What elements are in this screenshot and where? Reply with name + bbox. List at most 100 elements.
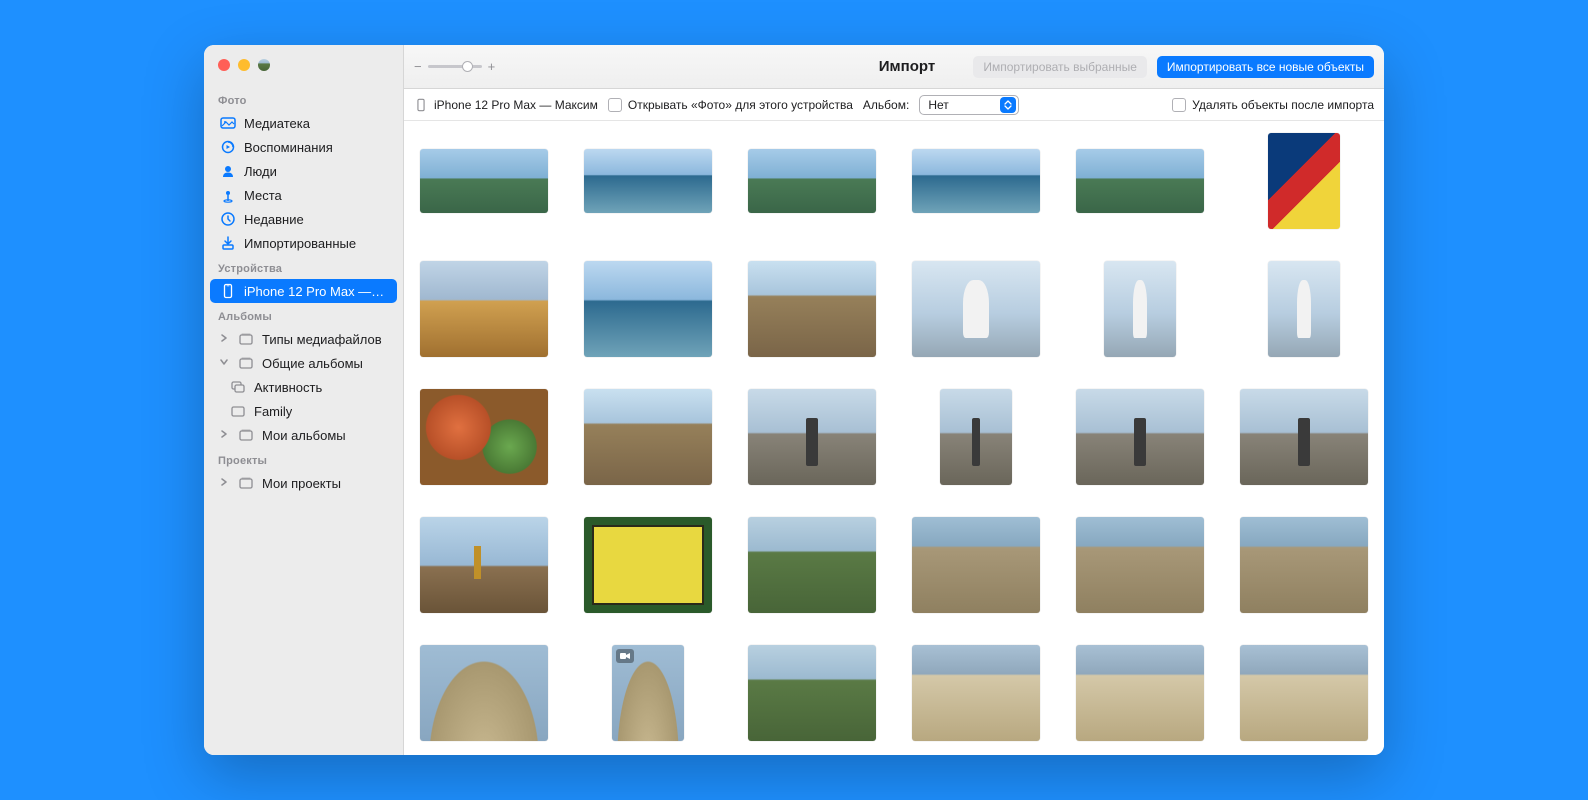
open-photos-checkbox[interactable] [608, 98, 622, 112]
photo-thumbnail[interactable] [580, 387, 716, 487]
sidebar-item-label: Воспоминания [244, 140, 333, 155]
photo-thumbnail[interactable] [416, 643, 552, 743]
photo-thumbnail[interactable] [1072, 387, 1208, 487]
album-icon [238, 355, 254, 371]
minimize-window-button[interactable] [238, 59, 250, 71]
chevron-down-icon[interactable] [220, 358, 232, 369]
sidebar-item-shared-albums[interactable]: Общие альбомы [210, 351, 397, 375]
zoom-slider[interactable]: − + [414, 59, 495, 74]
zoom-thumb[interactable] [462, 61, 473, 72]
device-name: iPhone 12 Pro Max — Максим [434, 98, 598, 112]
chevron-right-icon[interactable] [220, 334, 232, 345]
photo-thumbnail[interactable] [744, 387, 880, 487]
select-updown-icon [1000, 97, 1016, 113]
sidebar-item-memories[interactable]: Воспоминания [210, 135, 397, 159]
photo-thumbnail[interactable] [744, 131, 880, 231]
sidebar-item-device[interactable]: iPhone 12 Pro Max —… [210, 279, 397, 303]
fullscreen-window-button[interactable] [258, 59, 270, 71]
delete-after-checkbox[interactable] [1172, 98, 1186, 112]
clock-icon [220, 211, 236, 227]
sidebar: Фото Медиатека Воспоминания Люди Места [204, 45, 404, 755]
sidebar-item-label: Общие альбомы [262, 356, 363, 371]
photo-thumbnail[interactable] [744, 515, 880, 615]
album-icon [238, 331, 254, 347]
photo-thumbnail[interactable] [1072, 643, 1208, 743]
zoom-in-icon: + [488, 59, 496, 74]
delete-after-checkbox-row[interactable]: Удалять объекты после импорта [1172, 98, 1374, 112]
places-icon [220, 187, 236, 203]
app-window: Фото Медиатека Воспоминания Люди Места [204, 45, 1384, 755]
photo-thumbnail[interactable] [1072, 515, 1208, 615]
sidebar-item-my-projects[interactable]: Мои проекты [210, 471, 397, 495]
zoom-track[interactable] [428, 65, 482, 68]
phone-icon [220, 283, 236, 299]
library-icon [220, 115, 236, 131]
people-icon [220, 163, 236, 179]
section-photo: Фото [204, 87, 403, 111]
sidebar-item-family[interactable]: Family [210, 399, 397, 423]
delete-after-label: Удалять объекты после импорта [1192, 98, 1374, 112]
zoom-out-icon: − [414, 59, 422, 74]
page-title: Импорт [879, 58, 935, 75]
section-albums: Альбомы [204, 303, 403, 327]
sidebar-item-label: Типы медиафайлов [262, 332, 382, 347]
sidebar-item-label: Активность [254, 380, 322, 395]
photo-thumbnail[interactable] [908, 643, 1044, 743]
album-select-value: Нет [928, 98, 948, 112]
sidebar-item-places[interactable]: Места [210, 183, 397, 207]
photo-thumbnail[interactable] [744, 643, 880, 743]
memories-icon [220, 139, 236, 155]
photo-thumbnail[interactable] [1236, 515, 1372, 615]
photo-grid [404, 121, 1384, 753]
sidebar-item-label: Медиатека [244, 116, 310, 131]
photo-thumbnail[interactable] [744, 259, 880, 359]
photo-thumbnail[interactable] [580, 259, 716, 359]
photo-thumbnail[interactable] [416, 515, 552, 615]
photo-thumbnail[interactable] [580, 643, 716, 743]
sidebar-item-recent[interactable]: Недавние [210, 207, 397, 231]
photo-thumbnail[interactable] [908, 131, 1044, 231]
sidebar-item-library[interactable]: Медиатека [210, 111, 397, 135]
close-window-button[interactable] [218, 59, 230, 71]
album-select[interactable]: Нет [919, 95, 1019, 115]
chevron-right-icon[interactable] [220, 478, 232, 489]
activity-icon [230, 379, 246, 395]
sidebar-item-people[interactable]: Люди [210, 159, 397, 183]
photo-thumbnail[interactable] [416, 131, 552, 231]
subtoolbar: iPhone 12 Pro Max — Максим Открывать «Фо… [404, 89, 1384, 121]
photo-thumbnail[interactable] [580, 131, 716, 231]
import-selected-button: Импортировать выбранные [973, 56, 1147, 78]
photo-thumbnail[interactable] [1072, 259, 1208, 359]
toolbar: − + Импорт Импортировать выбранные Импор… [404, 45, 1384, 89]
album-icon [238, 427, 254, 443]
sidebar-item-media-types[interactable]: Типы медиафайлов [210, 327, 397, 351]
sidebar-item-label: Люди [244, 164, 277, 179]
photo-thumbnail[interactable] [908, 259, 1044, 359]
import-icon [220, 235, 236, 251]
import-all-button[interactable]: Импортировать все новые объекты [1157, 56, 1374, 78]
photo-thumbnail[interactable] [1072, 131, 1208, 231]
open-photos-checkbox-row[interactable]: Открывать «Фото» для этого устройства [608, 98, 853, 112]
sidebar-item-label: Мои альбомы [262, 428, 346, 443]
album-icon [238, 475, 254, 491]
sidebar-item-activity[interactable]: Активность [210, 375, 397, 399]
sidebar-item-my-albums[interactable]: Мои альбомы [210, 423, 397, 447]
album-label: Альбом: [863, 98, 909, 112]
sidebar-item-imported[interactable]: Импортированные [210, 231, 397, 255]
photo-thumbnail[interactable] [908, 515, 1044, 615]
window-controls [204, 55, 403, 87]
photo-thumbnail[interactable] [416, 387, 552, 487]
photo-thumbnail[interactable] [1236, 387, 1372, 487]
photo-grid-wrap[interactable] [404, 121, 1384, 755]
sidebar-item-label: iPhone 12 Pro Max —… [244, 284, 384, 299]
photo-thumbnail[interactable] [1236, 259, 1372, 359]
chevron-right-icon[interactable] [220, 430, 232, 441]
sidebar-item-label: Недавние [244, 212, 304, 227]
section-devices: Устройства [204, 255, 403, 279]
sidebar-item-label: Мои проекты [262, 476, 341, 491]
photo-thumbnail[interactable] [580, 515, 716, 615]
photo-thumbnail[interactable] [1236, 131, 1372, 231]
photo-thumbnail[interactable] [1236, 643, 1372, 743]
photo-thumbnail[interactable] [908, 387, 1044, 487]
photo-thumbnail[interactable] [416, 259, 552, 359]
